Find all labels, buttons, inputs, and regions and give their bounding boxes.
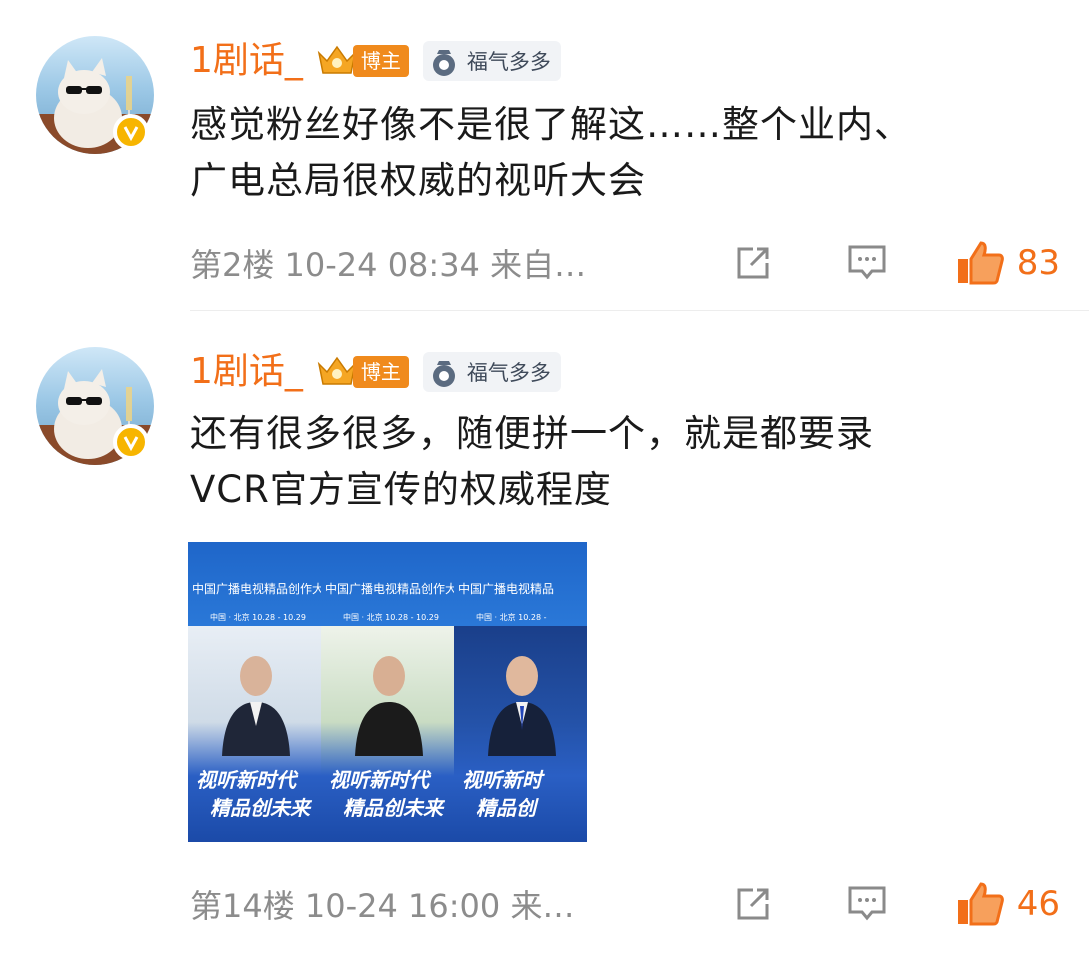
- image-thumb: 中国广播电视精品 中国 · 北京 10.28 - 视听新时 精品创: [454, 542, 587, 842]
- comment-text: 感觉粉丝好像不是很了解这……整个业内、 广电总局很权威的视听大会: [190, 103, 912, 202]
- verified-v-icon: [113, 424, 149, 460]
- comment-footer: 第14楼 10-24 16:00 来… 46: [190, 879, 1060, 929]
- thumb-slogan-2: 精品创未来: [210, 796, 310, 820]
- attached-image[interactable]: 中国广播电视精品创作大 中国 · 北京 10.28 - 10.29 视听新时代 …: [188, 542, 588, 842]
- fuqi-badge-label: 福气多多: [466, 361, 551, 385]
- thumb-slogan-2: 精品创: [476, 796, 536, 820]
- blogger-badge-label: 博主: [352, 356, 409, 388]
- fuqi-badge-label: 福气多多: [466, 50, 551, 74]
- like-count: 46: [1016, 884, 1060, 924]
- username[interactable]: 1剧话_: [190, 38, 303, 84]
- comment-actions: 83: [731, 238, 1060, 288]
- thumb-title: 中国广播电视精品创作大: [192, 582, 321, 596]
- username[interactable]: 1剧话_: [190, 349, 303, 395]
- thumb-slogan-1: 视听新时代: [196, 768, 296, 792]
- comment-text: 还有很多很多，随便拼一个，就是都要录 VCR官方宣传的权威程度: [190, 412, 874, 511]
- verified-v-icon: [113, 114, 149, 150]
- thumbs-up-icon[interactable]: [955, 239, 1005, 287]
- like-count: 83: [1016, 243, 1060, 283]
- divider: [190, 310, 1089, 311]
- thumb-title: 中国广播电视精品: [458, 582, 555, 596]
- comment-header: 1剧话_ 博主 福气多多: [190, 38, 561, 84]
- comment-actions: 46: [731, 879, 1060, 929]
- speaker-figure: [222, 656, 290, 756]
- thumb-slogan-1: 视听新时代: [329, 768, 429, 792]
- lucky-bag-icon: [432, 361, 455, 387]
- comment-meta: 第2楼 10-24 08:34 来自…: [190, 246, 587, 284]
- thumb-slogan-1: 视听新时: [462, 768, 542, 792]
- thumbs-up-icon[interactable]: [955, 880, 1005, 928]
- comment-icon[interactable]: [845, 241, 889, 285]
- thumb-slogan-2: 精品创未来: [343, 796, 443, 820]
- comment-meta: 第14楼 10-24 16:00 来…: [190, 887, 575, 925]
- image-thumb: 中国广播电视精品创作大 中国 · 北京 10.28 - 10.29 视听新时代 …: [188, 542, 321, 842]
- share-icon[interactable]: [731, 882, 775, 926]
- speaker-figure: [488, 656, 556, 756]
- blogger-badge-label: 博主: [352, 45, 409, 77]
- blogger-badge[interactable]: 博主: [315, 43, 409, 79]
- share-icon[interactable]: [731, 241, 775, 285]
- comment-header: 1剧话_ 博主 福气多多: [190, 349, 561, 395]
- thumb-date: 中国 · 北京 10.28 -: [476, 613, 547, 622]
- thumb-date: 中国 · 北京 10.28 - 10.29: [343, 613, 439, 622]
- thumb-date: 中国 · 北京 10.28 - 10.29: [210, 613, 306, 622]
- fuqi-badge[interactable]: 福气多多: [422, 352, 561, 392]
- image-thumb: 中国广播电视精品创作大 中国 · 北京 10.28 - 10.29 视听新时代 …: [321, 542, 454, 842]
- comment-footer: 第2楼 10-24 08:34 来自… 83: [190, 238, 1060, 288]
- comment-icon[interactable]: [845, 882, 889, 926]
- blogger-badge[interactable]: 博主: [315, 354, 409, 390]
- fuqi-badge[interactable]: 福气多多: [422, 41, 561, 81]
- speaker-figure: [355, 656, 423, 756]
- lucky-bag-icon: [432, 50, 455, 76]
- thumb-title: 中国广播电视精品创作大: [325, 582, 454, 596]
